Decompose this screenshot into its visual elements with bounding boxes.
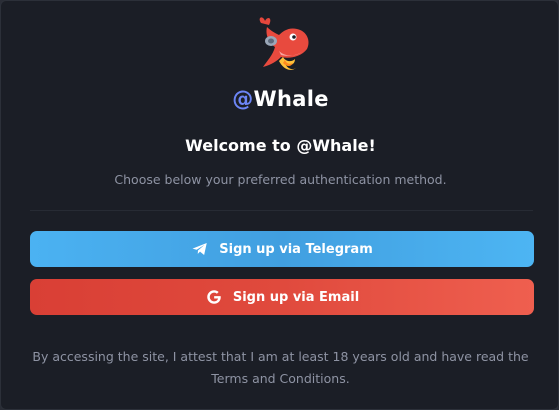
brand-logo: @Whale [1,87,559,111]
brand-name: Whale [253,87,329,111]
divider [30,210,533,211]
age-disclaimer: By accessing the site, I attest that I a… [31,346,530,390]
brand-at: @ [232,87,254,111]
whale-mascot-icon [249,13,313,77]
auth-modal: @Whale Welcome to @Whale! Choose below y… [0,0,559,410]
email-signup-button[interactable]: Sign up via Email [30,279,534,315]
modal-subtitle: Choose below your preferred authenticati… [114,172,447,187]
telegram-icon [191,240,209,258]
telegram-signup-label: Sign up via Telegram [219,241,373,257]
google-icon [205,288,223,306]
telegram-signup-button[interactable]: Sign up via Telegram [30,231,534,267]
email-signup-label: Sign up via Email [232,289,360,305]
terms-link[interactable]: Terms and Conditions. [211,371,349,386]
modal-title: Welcome to @Whale! [185,136,376,155]
disclaimer-text: By accessing the site, I attest that I a… [32,349,529,364]
